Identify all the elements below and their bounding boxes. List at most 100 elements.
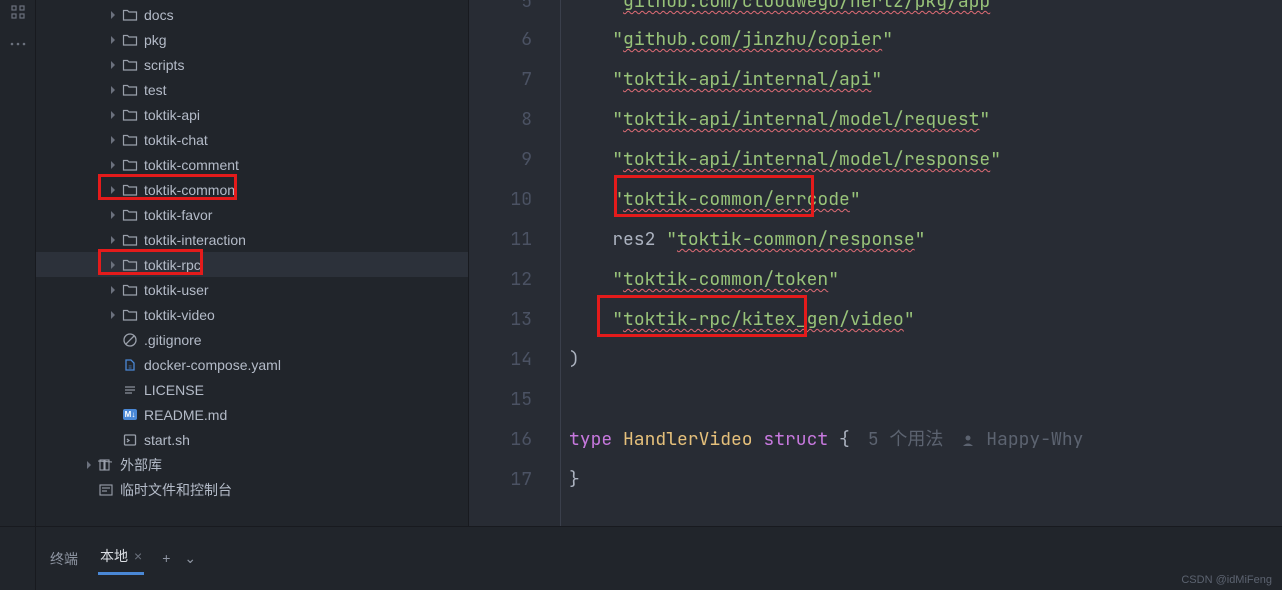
tree-item-toktik-interaction[interactable]: toktik-interaction	[36, 227, 468, 252]
tree-item-toktik-chat[interactable]: toktik-chat	[36, 127, 468, 152]
tree-item-toktik-user[interactable]: toktik-user	[36, 277, 468, 302]
terminal-tab-本地[interactable]: 本地×	[98, 542, 144, 575]
tree-item-toktik-comment[interactable]: toktik-comment	[36, 152, 468, 177]
author-hint[interactable]: Happy-Why	[961, 428, 1083, 451]
terminal-tab-终端[interactable]: 终端	[48, 545, 80, 573]
folder-icon	[122, 132, 138, 148]
chevron-icon[interactable]	[106, 233, 120, 247]
tree-item-LICENSE[interactable]: LICENSE	[36, 377, 468, 402]
chevron-icon[interactable]	[106, 83, 120, 97]
code-line[interactable]: type HandlerVideo struct {5 个用法 Happy-Wh…	[561, 420, 1282, 460]
tree-item-label: docs	[144, 7, 174, 23]
line-number: 9	[469, 140, 560, 180]
tree-item-label: pkg	[144, 32, 167, 48]
line-number: 8	[469, 100, 560, 140]
code-line[interactable]: "toktik-api/internal/model/request"	[561, 100, 1282, 140]
tree-item-scripts[interactable]: scripts	[36, 52, 468, 77]
code-line[interactable]: "toktik-common/token"	[561, 260, 1282, 300]
close-icon[interactable]: ×	[134, 548, 142, 564]
folder-icon	[122, 182, 138, 198]
code-line[interactable]: res2 "toktik-common/response"	[561, 220, 1282, 260]
terminal-panel: 终端本地× + ⌄ CSDN @idMiFeng	[0, 526, 1282, 590]
terminal-tabs: 终端本地× + ⌄ CSDN @idMiFeng	[36, 527, 1282, 590]
tree-item-label: start.sh	[144, 432, 190, 448]
code-line[interactable]: "toktik-rpc/kitex_gen/video"	[561, 300, 1282, 340]
chevron-icon[interactable]	[106, 108, 120, 122]
project-tree[interactable]: docs pkg scripts test toktik-api toktik-chat t…	[36, 0, 469, 526]
code-line[interactable]: "github.com/jinzhu/copier"	[561, 20, 1282, 60]
folder-icon	[122, 307, 138, 323]
chevron-icon[interactable]	[106, 158, 120, 172]
code-line[interactable]: )	[561, 340, 1282, 380]
tree-item-test[interactable]: test	[36, 77, 468, 102]
watermark: CSDN @idMiFeng	[1181, 574, 1272, 586]
more-icon[interactable]	[8, 34, 28, 54]
activity-bar	[0, 0, 36, 526]
tree-item-label: toktik-interaction	[144, 232, 246, 248]
tree-item-pkg[interactable]: pkg	[36, 27, 468, 52]
tree-item-label: .gitignore	[144, 332, 202, 348]
chevron-icon[interactable]	[106, 208, 120, 222]
tree-item--gitignore[interactable]: .gitignore	[36, 327, 468, 352]
chevron-icon[interactable]	[106, 183, 120, 197]
tree-item-label: toktik-comment	[144, 157, 239, 173]
tree-item-label: docker-compose.yaml	[144, 357, 281, 373]
chevron-icon[interactable]	[106, 308, 120, 322]
chevron-icon[interactable]	[106, 8, 120, 22]
chevron-icon[interactable]	[106, 58, 120, 72]
line-number: 16	[469, 420, 560, 460]
line-number: 12	[469, 260, 560, 300]
svg-text:≡: ≡	[128, 365, 132, 371]
chevron-icon[interactable]	[106, 33, 120, 47]
tree-item-toktik-api[interactable]: toktik-api	[36, 102, 468, 127]
tree-item-toktik-rpc[interactable]: toktik-rpc	[36, 252, 468, 277]
tree-item-外部库[interactable]: 外部库	[36, 452, 468, 477]
new-terminal-button[interactable]: +	[162, 550, 170, 567]
chevron-icon[interactable]	[106, 258, 120, 272]
tree-item-label: toktik-user	[144, 282, 209, 298]
folder-icon	[122, 7, 138, 23]
tree-item-临时文件和控制台[interactable]: 临时文件和控制台	[36, 477, 468, 502]
line-number: 14	[469, 340, 560, 380]
gitignore-icon	[122, 333, 138, 347]
code-line[interactable]: "toktik-api/internal/api"	[561, 60, 1282, 100]
folder-icon	[122, 157, 138, 173]
chevron-icon[interactable]	[82, 458, 96, 472]
apps-icon[interactable]	[8, 2, 28, 22]
folder-icon	[122, 107, 138, 123]
code-editor[interactable]: 567891011121314151617 "github.com/cloudw…	[469, 0, 1282, 526]
code-line[interactable]: "toktik-common/errcode"	[561, 180, 1282, 220]
terminal-dropdown-button[interactable]: ⌄	[184, 550, 196, 567]
tree-item-toktik-favor[interactable]: toktik-favor	[36, 202, 468, 227]
tree-item-README-md[interactable]: M↓README.md	[36, 402, 468, 427]
tree-item-docker-compose-yaml[interactable]: ≡ docker-compose.yaml	[36, 352, 468, 377]
chevron-icon[interactable]	[106, 283, 120, 297]
tree-item-label: toktik-chat	[144, 132, 208, 148]
tree-item-start-sh[interactable]: start.sh	[36, 427, 468, 452]
tree-item-label: README.md	[144, 407, 227, 423]
chevron-icon[interactable]	[106, 133, 120, 147]
folder-icon	[122, 57, 138, 73]
code-line[interactable]	[561, 380, 1282, 420]
license-icon	[122, 383, 138, 397]
code-line[interactable]: "toktik-api/internal/model/response"	[561, 140, 1282, 180]
tree-item-label: 临时文件和控制台	[120, 480, 232, 500]
tree-item-toktik-video[interactable]: toktik-video	[36, 302, 468, 327]
tree-item-label: test	[144, 82, 167, 98]
code-area[interactable]: "github.com/cloudwego/hertz/pkg/app" "gi…	[561, 0, 1282, 526]
tree-item-label: toktik-common	[144, 182, 235, 198]
line-number: 6	[469, 20, 560, 60]
tree-item-toktik-common[interactable]: toktik-common	[36, 177, 468, 202]
line-number: 7	[469, 60, 560, 100]
line-number: 17	[469, 460, 560, 500]
usage-hint[interactable]: 5 个用法	[868, 428, 944, 451]
scratch-icon	[98, 482, 114, 498]
yaml-icon: ≡	[122, 358, 138, 372]
ext-lib-icon	[98, 457, 114, 473]
folder-icon	[122, 257, 138, 273]
code-line[interactable]: "github.com/cloudwego/hertz/pkg/app"	[561, 0, 1282, 20]
folder-icon	[122, 282, 138, 298]
sh-icon	[122, 433, 138, 447]
code-line[interactable]: }	[561, 460, 1282, 500]
tree-item-docs[interactable]: docs	[36, 2, 468, 27]
